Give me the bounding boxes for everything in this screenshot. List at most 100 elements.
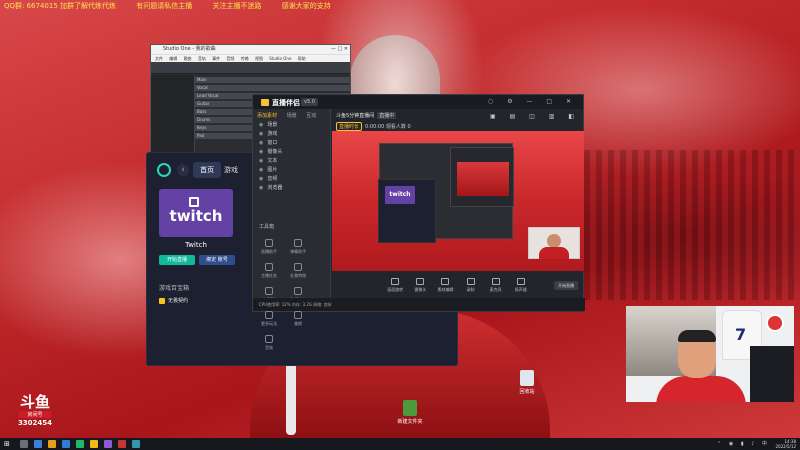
tool-button[interactable]: 直播助手 — [258, 236, 280, 258]
tab-add-source[interactable]: 添加素材 — [257, 113, 277, 119]
source-row[interactable]: ◉ 游戏 — [253, 130, 330, 139]
launcher-list-item[interactable]: 无畏契约 — [159, 297, 188, 304]
menu-item[interactable]: 文件 — [155, 56, 163, 61]
brand-logo-icon — [261, 99, 269, 106]
daw-title: Studio One - 我的歌曲 — [163, 46, 216, 52]
clock-date: 2022/5/12 — [775, 444, 796, 449]
tool-button[interactable]: 主播任务 — [258, 260, 280, 282]
record-button[interactable]: 录制 — [461, 276, 481, 293]
eye-icon[interactable]: ◉ — [259, 131, 263, 137]
menu-item[interactable]: 音频 — [226, 56, 234, 61]
menu-item[interactable]: 帮助 — [298, 56, 306, 61]
tool-icon — [294, 287, 303, 295]
microphone-button[interactable]: 麦克风 — [486, 276, 506, 293]
stream-meta-row: 直播时长 0:00:00 观看人数 0 — [336, 122, 580, 131]
tool-button[interactable]: 礼物特效 — [287, 260, 309, 282]
source-row[interactable]: ◉ 窗口 — [253, 139, 330, 148]
eye-icon[interactable]: ◉ — [259, 149, 263, 155]
source-row[interactable]: ◉ 摄像头 — [253, 148, 330, 157]
tab-scenes[interactable]: 场景 — [287, 113, 297, 119]
rotate-button[interactable]: 画面旋转 — [385, 276, 405, 293]
tab-interact[interactable]: 互动 — [306, 113, 316, 119]
source-row[interactable]: ◉ 音频 — [253, 175, 330, 184]
tool-icon — [294, 239, 303, 247]
stream-duration-pill: 直播时长 — [336, 122, 363, 131]
source-row[interactable]: ◉ 场景 — [253, 121, 330, 130]
desktop-icon-folder[interactable]: 新建文件夹 — [395, 400, 425, 425]
window-controls-icon[interactable]: — □ ✕ — [331, 45, 348, 54]
pinned-app-icon[interactable] — [132, 440, 140, 448]
daw-toolbar — [151, 62, 350, 74]
broadcaster-titlebar[interactable]: 直播伴侣 v5.0 ○ ⚙ — □ ✕ — [253, 95, 583, 109]
daw-track[interactable]: Main — [195, 77, 351, 83]
control-label: 素材编辑 — [437, 287, 454, 292]
daw-titlebar[interactable]: Studio One - 我的歌曲 — □ ✕ — [151, 45, 350, 54]
section-title: 游戏百宝箱 — [159, 285, 190, 292]
browser-icon[interactable] — [62, 440, 70, 448]
eye-icon[interactable]: ◉ — [259, 185, 263, 191]
tab-games[interactable]: 游戏 — [217, 162, 245, 178]
source-row[interactable]: ◉ 文本 — [253, 157, 330, 166]
speaker-icon — [516, 278, 525, 285]
stream-title[interactable]: 斗鱼5分钟直播间 — [336, 113, 374, 119]
source-label: 音频 — [267, 176, 278, 182]
webcam-person-shirt — [656, 376, 746, 402]
tool-button[interactable]: 音效 — [258, 332, 280, 354]
eye-icon[interactable]: ◉ — [259, 167, 263, 173]
source-label: 游戏 — [267, 131, 278, 137]
header-action-icons[interactable]: ▣ ▤ ◫ ▥ ◧ — [490, 113, 580, 120]
menu-item[interactable]: 视图 — [255, 56, 263, 61]
wallpaper-stadium — [560, 150, 800, 300]
search-icon[interactable] — [20, 440, 28, 448]
twitch-glyph-icon — [189, 197, 199, 207]
start-button[interactable]: ⊞ — [4, 441, 10, 448]
edit-source-button[interactable]: 素材编辑 — [435, 276, 455, 293]
tool-label: 音效 — [265, 345, 273, 350]
menu-item[interactable]: 事件 — [212, 56, 220, 61]
launcher-taskbar-icon[interactable] — [104, 440, 112, 448]
menu-item[interactable]: Studio One — [269, 56, 291, 61]
go-live-button[interactable]: 开始直播 — [554, 281, 578, 290]
app-icon[interactable] — [76, 440, 84, 448]
menu-item[interactable]: 音轨 — [198, 56, 206, 61]
desktop-icon-recycle-bin[interactable]: 回收站 — [512, 370, 542, 395]
desktop-icon-label: 回收站 — [519, 389, 535, 395]
taskview-icon[interactable] — [34, 440, 42, 448]
menu-item[interactable]: 歌曲 — [184, 56, 192, 61]
daw-track[interactable]: Vocal — [195, 85, 351, 91]
eye-icon[interactable]: ◉ — [259, 122, 263, 128]
tool-button[interactable]: 弹幕助手 — [287, 236, 309, 258]
launcher-item-label: 无畏契约 — [168, 298, 189, 304]
camera-button[interactable]: 摄像头 — [410, 276, 430, 293]
stream-preview[interactable]: twitch — [332, 131, 584, 271]
tool-button[interactable]: 美颜 — [287, 308, 309, 330]
daw-taskbar-icon[interactable] — [118, 440, 126, 448]
nested-broadcaster-preview — [450, 147, 514, 207]
taskbar-clock[interactable]: 14:38 2022/5/12 — [775, 439, 796, 449]
eye-icon[interactable]: ◉ — [259, 158, 263, 164]
broadcaster-taskbar-icon[interactable] — [90, 440, 98, 448]
eye-icon[interactable]: ◉ — [259, 176, 263, 182]
eye-icon[interactable]: ◉ — [259, 140, 263, 146]
tool-button[interactable]: 更多玩法 — [258, 308, 280, 330]
menu-item[interactable]: 编辑 — [169, 56, 177, 61]
back-arrow-icon[interactable]: ‹ — [177, 164, 189, 176]
source-label: 浏览器 — [267, 185, 283, 191]
system-tray-icons[interactable]: ⌃ ◉ ▮ ♪ 中 — [717, 440, 770, 447]
speaker-button[interactable]: 扬声器 — [511, 276, 531, 293]
control-label: 画面旋转 — [387, 287, 404, 292]
source-row[interactable]: ◉ 图片 — [253, 166, 330, 175]
daw-menubar: 文件 编辑 歌曲 音轨 事件 音频 传输 视图 Studio One 帮助 — [151, 54, 350, 62]
file-explorer-icon[interactable] — [48, 440, 56, 448]
stream-overlay-ticker: QQ群: 6674015 加群了解代练代练 有问题请私信主播 关注主播不迷路 感… — [0, 0, 800, 20]
window-controls-icon[interactable]: ○ ⚙ — □ ✕ — [488, 98, 577, 105]
bind-account-button[interactable]: 绑定 账号 — [199, 255, 235, 265]
source-label: 摄像头 — [267, 149, 283, 155]
tool-icon — [265, 311, 273, 319]
room-id: 3302454 — [17, 419, 53, 427]
menu-item[interactable]: 传输 — [241, 56, 249, 61]
source-label: 文本 — [267, 158, 278, 164]
start-stream-button[interactable]: 开始直播 — [159, 255, 195, 265]
source-row[interactable]: ◉ 浏览器 — [253, 184, 330, 193]
platform-name: Twitch — [185, 241, 207, 249]
